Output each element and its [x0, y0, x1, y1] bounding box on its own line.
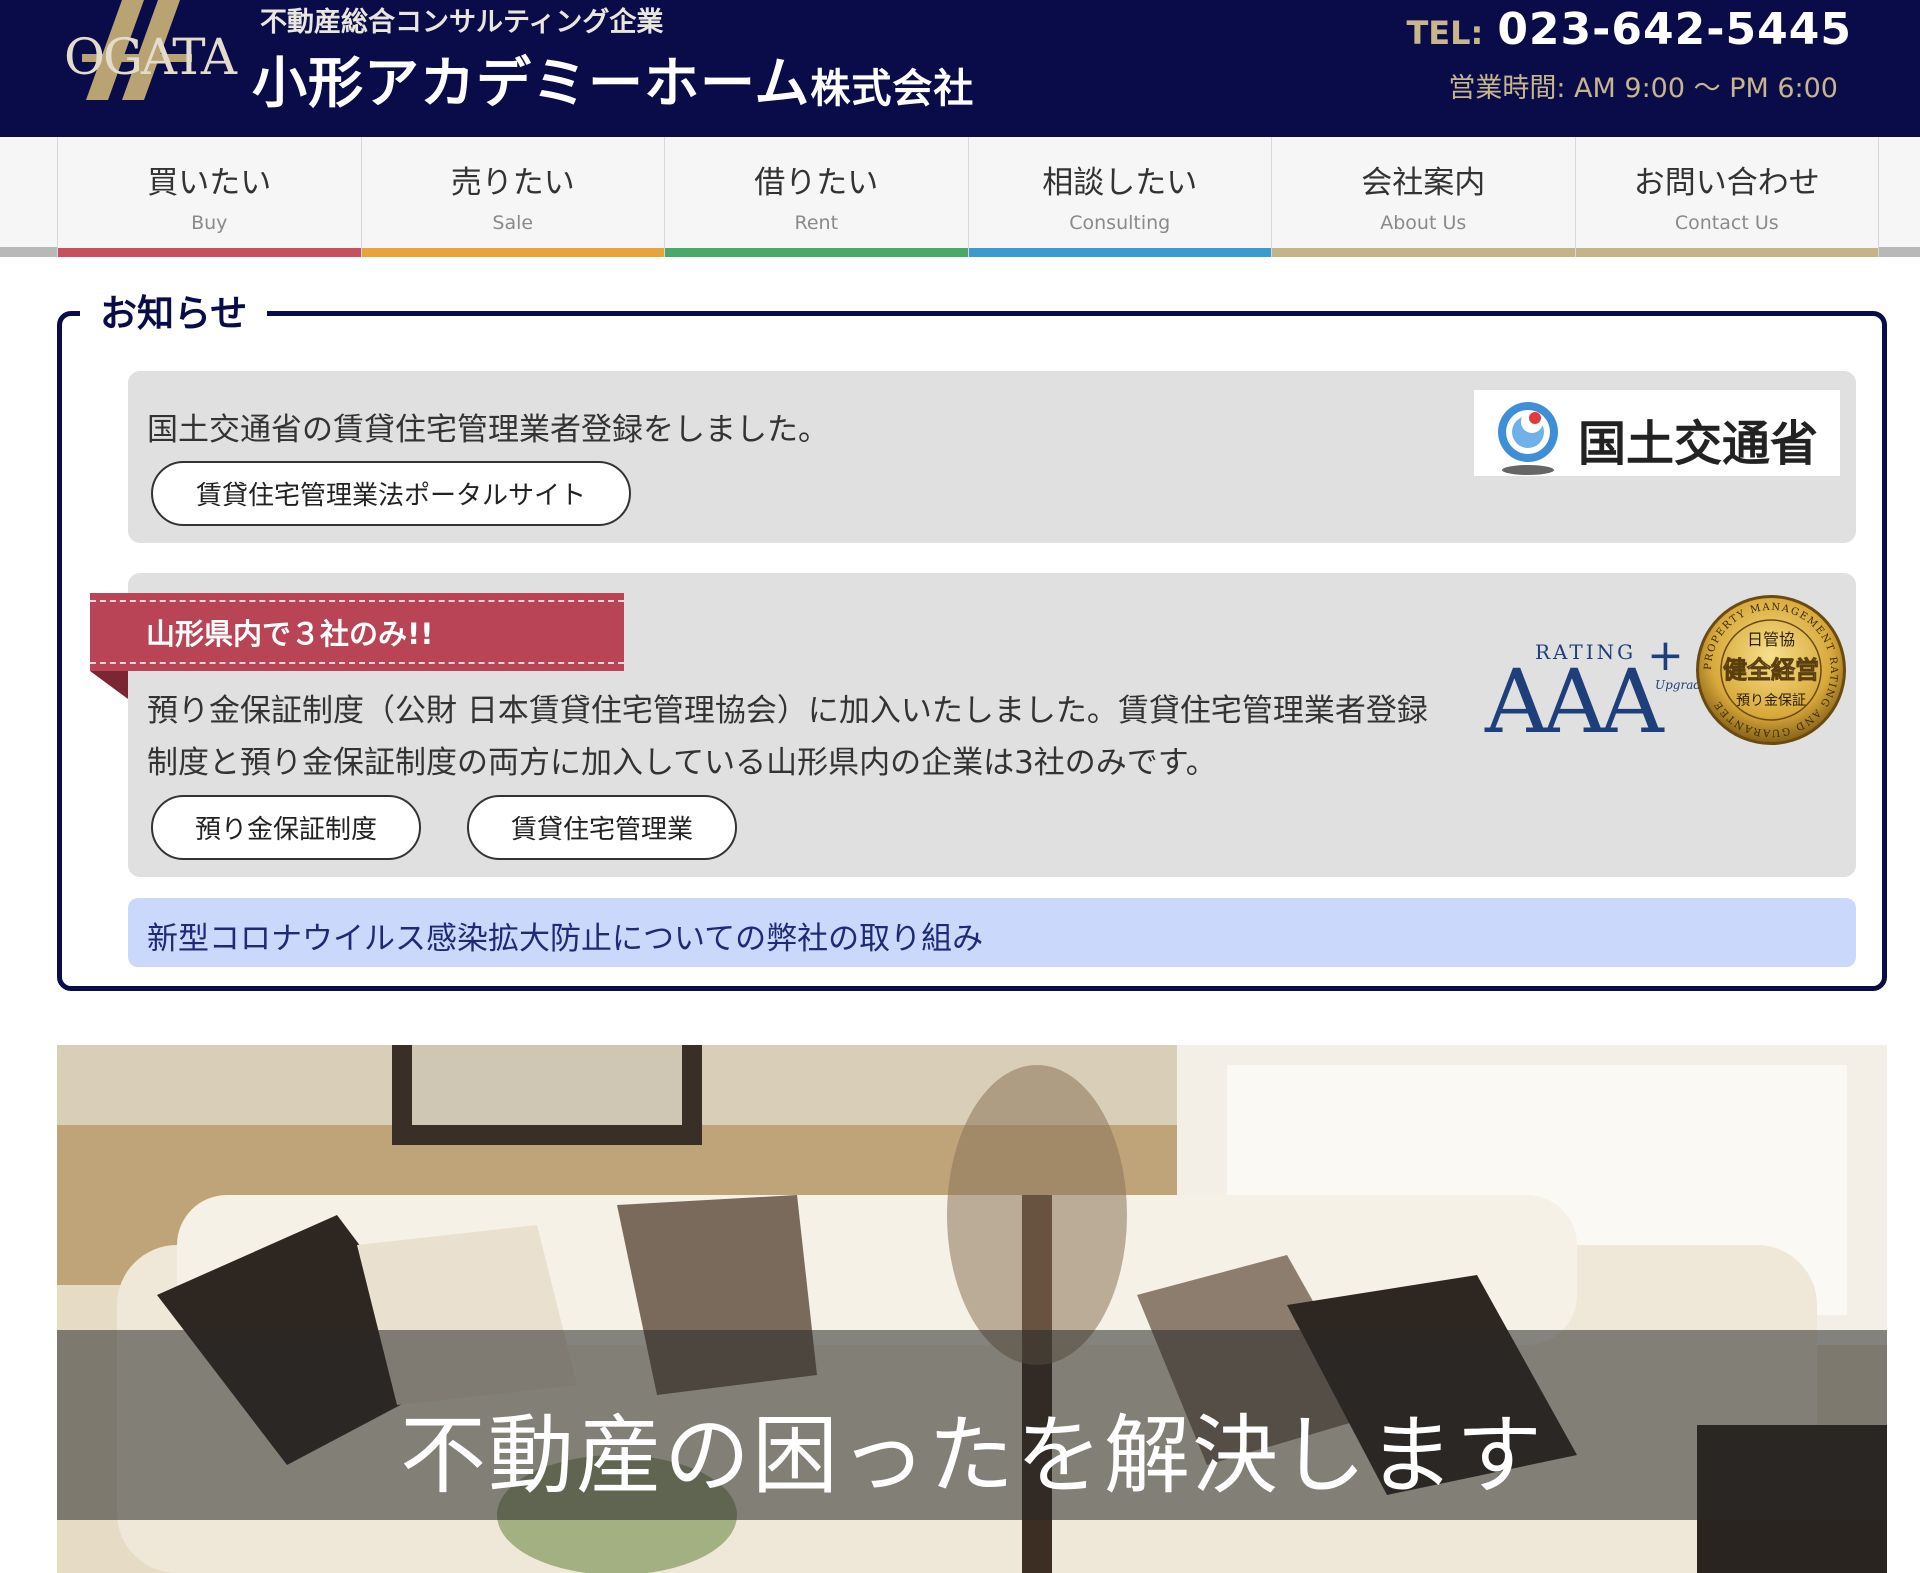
- nav-item-label: お問い合わせ: [1633, 165, 1820, 201]
- mlit-logo[interactable]: 国土交通省: [1474, 390, 1840, 476]
- nav-item-rent[interactable]: 借りたい Rent: [664, 137, 968, 257]
- seal-main-text: 健全経営: [1723, 655, 1819, 684]
- nav-color-bar: [361, 248, 664, 257]
- company-logo[interactable]: OGATA: [62, 0, 237, 100]
- nav-item-consulting[interactable]: 相談したい Consulting: [967, 137, 1271, 257]
- rating-plus: +: [1647, 630, 1684, 681]
- site-header: OGATA 不動産総合コンサルティング企業 小形アカデミーホーム株式会社 TEL…: [0, 0, 1920, 137]
- nav-item-contact[interactable]: お問い合わせ Contact Us: [1574, 137, 1879, 257]
- nav-item-sublabel: About Us: [1380, 212, 1467, 234]
- nav-color-bar: [968, 248, 1271, 257]
- ribbon-fold: [90, 671, 128, 699]
- covid-notice-text: 新型コロナウイルス感染拡大防止についての弊社の取り組み: [147, 921, 984, 957]
- company-name: 小形アカデミーホーム株式会社: [252, 38, 974, 118]
- company-tagline: 不動産総合コンサルティング企業: [260, 7, 664, 38]
- mlit-emblem-icon: [1498, 402, 1558, 475]
- business-hours: 営業時間: AM 9:00 〜 PM 6:00: [1448, 73, 1838, 104]
- phone-contact[interactable]: TEL: 023-642-5445: [1406, 4, 1852, 55]
- nav-item-sublabel: Sale: [492, 212, 534, 234]
- nav-item-about[interactable]: 会社案内 About Us: [1271, 137, 1575, 257]
- ribbon-text: 山形県内で３社のみ!!: [146, 617, 434, 651]
- rental-management-portal-button[interactable]: 賃貸住宅管理業法ポータルサイト: [151, 461, 631, 526]
- seal-bottom-text: 預り金保証: [1736, 693, 1806, 709]
- logo-wordmark: OGATA: [64, 28, 237, 86]
- nav-color-bar: [1272, 248, 1575, 257]
- nav-item-sublabel: Buy: [191, 212, 228, 234]
- tel-label: TEL:: [1406, 14, 1484, 52]
- nav-item-sublabel: Rent: [794, 212, 839, 234]
- covid-notice-link[interactable]: 新型コロナウイルス感染拡大防止についての弊社の取り組み: [128, 898, 1856, 967]
- company-name-suffix: 株式会社: [810, 66, 975, 112]
- company-name-main: 小形アカデミーホーム: [252, 51, 811, 115]
- nav-item-label: 借りたい: [754, 165, 879, 201]
- hero-banner: 不動産の困ったを解決します: [57, 1045, 1887, 1573]
- rating-value: AAA: [1485, 650, 1664, 753]
- nav-item-sale[interactable]: 売りたい Sale: [360, 137, 664, 257]
- nav-item-sublabel: Consulting: [1069, 212, 1171, 234]
- nav-item-label: 会社案内: [1361, 165, 1486, 201]
- seal-top-text: 日管協: [1747, 630, 1795, 649]
- notice-item-registration: 国土交通省の賃貸住宅管理業者登録をしました。 賃貸住宅管理業法ポータルサイト 国…: [128, 371, 1856, 543]
- mlit-logo-text: 国土交通省: [1578, 416, 1819, 472]
- nav-item-sublabel: Contact Us: [1674, 212, 1779, 234]
- notice-item-text: 国土交通省の賃貸住宅管理業者登録をしました。: [147, 412, 829, 448]
- nav-color-bar: [1575, 248, 1878, 257]
- nav-item-label: 売りたい: [450, 165, 575, 201]
- aaa-rating-badge: RATING AAA + Upgrade: [1485, 630, 1708, 753]
- hero-caption: 不動産の困ったを解決します: [400, 1406, 1544, 1506]
- notice-title: お知らせ: [80, 283, 268, 337]
- nav-item-label: 買いたい: [147, 165, 272, 201]
- main-nav: 買いたい Buy 売りたい Sale 借りたい Rent 相談したい Consu…: [57, 137, 1879, 257]
- nav-color-bar: [58, 248, 361, 257]
- rental-management-button[interactable]: 賃貸住宅管理業: [467, 795, 737, 860]
- nav-item-buy[interactable]: 買いたい Buy: [57, 137, 361, 257]
- highlight-ribbon: 山形県内で３社のみ!!: [90, 593, 624, 671]
- deposit-guarantee-button[interactable]: 預り金保証制度: [151, 795, 421, 860]
- notice-item-text: 預り金保証制度（公財 日本賃貸住宅管理協会）に加入いたしました。賃貸住宅管理業者…: [147, 693, 1428, 781]
- tel-number: 023-642-5445: [1497, 4, 1852, 55]
- nav-color-bar: [665, 248, 968, 257]
- guarantee-seal-icon: PROPERTY MANAGEMENT RATING AND GUARANTEE…: [1696, 595, 1846, 745]
- nav-item-label: 相談したい: [1042, 165, 1198, 201]
